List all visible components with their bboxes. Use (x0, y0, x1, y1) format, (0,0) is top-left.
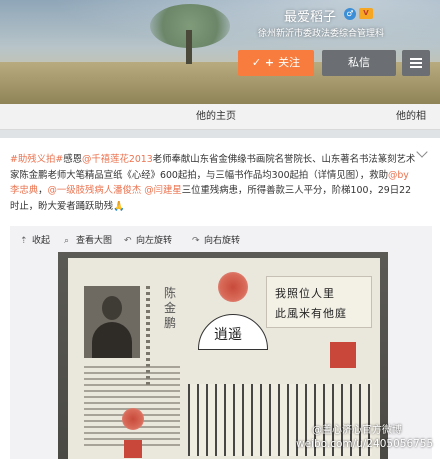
rotate-left-label: 向左旋转 (136, 236, 173, 246)
profile-description: 徐州新沂市委政法委综合管理科 (258, 29, 385, 39)
rotate-right-label: 向右旋转 (204, 236, 241, 246)
portrait-head (102, 296, 122, 320)
rotate-left-icon: ↶ (124, 236, 132, 246)
menu-icon-bar (410, 58, 422, 60)
red-square-seal (330, 342, 356, 368)
message-button[interactable]: 私信 (322, 50, 396, 76)
portrait-body (92, 322, 132, 358)
rotate-left-button[interactable]: ↶ 向左旋转 (124, 233, 172, 246)
artist-name-vertical: 陈金鹏 (164, 286, 177, 330)
hashtag-link[interactable]: #助残义拍# (10, 154, 63, 165)
red-seal (122, 408, 144, 430)
menu-icon-bar (410, 62, 422, 64)
weibo-post-card: #助残义拍#感恩@千禧莲花2013老师奉献山东省金佛缘书画院名誉院长、山东著名书… (0, 138, 440, 459)
post-text: #助残义拍#感恩@千禧莲花2013老师奉献山东省金佛缘书画院名誉院长、山东著名书… (10, 152, 418, 214)
profile-tabbar: 他的主页 他的相 (0, 104, 440, 130)
plus-icon: ✓ + (251, 56, 275, 69)
image-toolbar: ⇡ 收起 ⌕ 查看大图 ↶ 向左旋转 ↷ 向右旋转 (10, 226, 432, 252)
rotate-right-button[interactable]: ↷ 向右旋转 (192, 233, 240, 246)
collapse-icon: ⇡ (20, 236, 28, 246)
calligraphy-line: 我照位人里 (275, 287, 335, 300)
chevron-down-icon[interactable] (416, 146, 428, 158)
view-large-label: 查看大图 (76, 236, 113, 246)
collapse-label: 收起 (32, 236, 51, 246)
fan-calligraphy: 逍遥 (214, 327, 242, 343)
biography-text-block (84, 366, 180, 446)
view-large-button[interactable]: ⌕ 查看大图 (64, 233, 112, 246)
red-square-seal (124, 440, 142, 458)
collapse-button[interactable]: ⇡ 收起 (20, 233, 50, 246)
rotate-right-icon: ↷ (192, 236, 200, 246)
red-seal (218, 272, 248, 302)
magnifier-icon: ⌕ (64, 236, 70, 246)
weibo-watermark: @盖心济心官方微博 (312, 425, 402, 436)
calligraphy-panel: 我照位人里 此風米有他庭 (266, 276, 372, 328)
cover-tree-trunk (186, 30, 192, 64)
artist-portrait (84, 286, 140, 358)
calligraphy-line: 此風米有他庭 (275, 307, 347, 320)
vip-badge-icon[interactable]: V (359, 8, 373, 19)
praying-hands-icon: 🙏 (113, 200, 125, 212)
more-menu-button[interactable] (402, 50, 430, 76)
mention-link[interactable]: @闫建星 (144, 185, 182, 196)
tab-photos[interactable]: 他的相 (396, 104, 426, 130)
follow-button[interactable]: ✓ + 关注 (238, 50, 314, 76)
tab-home[interactable]: 他的主页 (196, 104, 236, 130)
post-sep: ， (38, 185, 48, 196)
mention-link[interactable]: @千禧莲花2013 (82, 154, 153, 165)
verified-gender-icon: ♂ (344, 8, 356, 20)
weibo-watermark-url: weibo.com/u/2405056755 (296, 438, 434, 450)
profile-name[interactable]: 最爱稻子 (284, 6, 336, 25)
follow-label: 关注 (278, 56, 301, 69)
mention-link[interactable]: @一级肢残病人潘俊杰 (48, 185, 142, 196)
menu-icon-bar (410, 66, 422, 68)
post-lead: 感恩 (63, 154, 82, 165)
